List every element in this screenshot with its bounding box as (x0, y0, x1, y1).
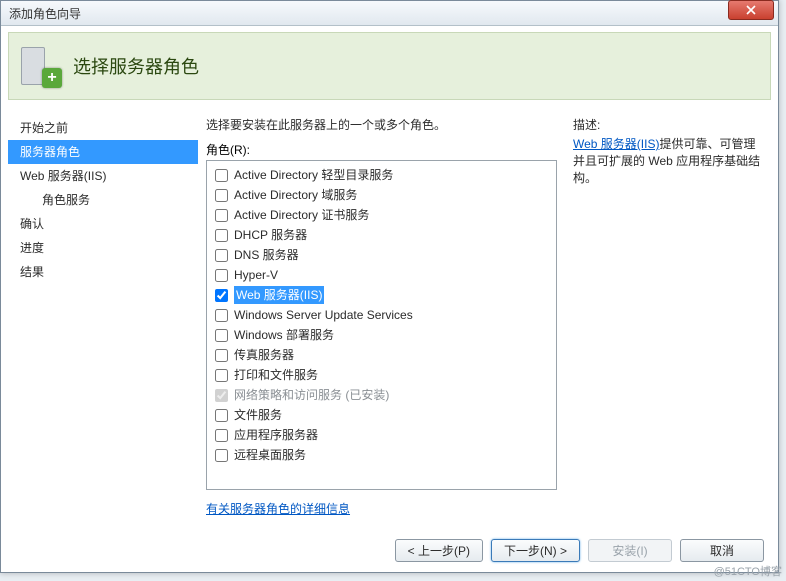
role-label-10: 打印和文件服务 (234, 366, 318, 384)
instruction-text: 选择要安装在此服务器上的一个或多个角色。 (206, 116, 557, 133)
main-area: 选择要安装在此服务器上的一个或多个角色。 角色(R): Active Direc… (198, 108, 771, 529)
role-label-12: 文件服务 (234, 406, 282, 424)
sidebar-item-4[interactable]: 确认 (8, 212, 198, 236)
role-row-8[interactable]: Windows 部署服务 (209, 325, 554, 345)
role-row-6[interactable]: Web 服务器(IIS) (209, 285, 554, 305)
description-link[interactable]: Web 服务器(IIS) (573, 137, 659, 151)
prev-button[interactable]: < 上一步(P) (395, 539, 483, 562)
role-checkbox-2[interactable] (215, 209, 228, 222)
body: 开始之前服务器角色Web 服务器(IIS)角色服务确认进度结果 选择要安装在此服… (8, 108, 771, 529)
role-row-1[interactable]: Active Directory 域服务 (209, 185, 554, 205)
close-button[interactable] (728, 0, 774, 20)
role-row-2[interactable]: Active Directory 证书服务 (209, 205, 554, 225)
role-checkbox-9[interactable] (215, 349, 228, 362)
role-row-12[interactable]: 文件服务 (209, 405, 554, 425)
role-label-0: Active Directory 轻型目录服务 (234, 166, 393, 184)
role-row-0[interactable]: Active Directory 轻型目录服务 (209, 165, 554, 185)
titlebar[interactable]: 添加角色向导 (1, 1, 778, 26)
role-row-9[interactable]: 传真服务器 (209, 345, 554, 365)
role-checkbox-12[interactable] (215, 409, 228, 422)
description-title: 描述: (573, 116, 763, 133)
role-label-5: Hyper-V (234, 266, 278, 284)
role-label-9: 传真服务器 (234, 346, 294, 364)
window-title: 添加角色向导 (9, 5, 774, 22)
role-checkbox-4[interactable] (215, 249, 228, 262)
description-body: Web 服务器(IIS)提供可靠、可管理并且可扩展的 Web 应用程序基础结构。 (573, 135, 763, 187)
cancel-button[interactable]: 取消 (680, 539, 764, 562)
wizard-icon: + (19, 45, 61, 87)
plus-icon: + (42, 68, 62, 88)
role-row-13[interactable]: 应用程序服务器 (209, 425, 554, 445)
role-row-4[interactable]: DNS 服务器 (209, 245, 554, 265)
sidebar-item-1[interactable]: 服务器角色 (8, 140, 198, 164)
role-checkbox-13[interactable] (215, 429, 228, 442)
role-checkbox-14[interactable] (215, 449, 228, 462)
roles-listbox[interactable]: Active Directory 轻型目录服务 Active Directory … (206, 160, 557, 490)
footer: < 上一步(P) 下一步(N) > 安装(I) 取消 (1, 528, 778, 572)
role-label-7: Windows Server Update Services (234, 306, 413, 324)
role-label-4: DNS 服务器 (234, 246, 299, 264)
install-button: 安装(I) (588, 539, 672, 562)
more-info-link[interactable]: 有关服务器角色的详细信息 (206, 500, 557, 517)
page-title: 选择服务器角色 (73, 53, 199, 79)
sidebar-item-0[interactable]: 开始之前 (8, 116, 198, 140)
role-label-11: 网络策略和访问服务 (已安装) (234, 386, 389, 404)
role-label-6: Web 服务器(IIS) (234, 286, 324, 304)
role-label-8: Windows 部署服务 (234, 326, 334, 344)
role-label-13: 应用程序服务器 (234, 426, 318, 444)
sidebar-item-6[interactable]: 结果 (8, 260, 198, 284)
center-col: 选择要安装在此服务器上的一个或多个角色。 角色(R): Active Direc… (206, 116, 557, 529)
role-checkbox-6[interactable] (215, 289, 228, 302)
watermark: @51CTO博客 (714, 563, 782, 579)
roles-label: 角色(R): (206, 141, 557, 158)
role-checkbox-5[interactable] (215, 269, 228, 282)
role-label-14: 远程桌面服务 (234, 446, 306, 464)
role-checkbox-7[interactable] (215, 309, 228, 322)
sidebar-item-3[interactable]: 角色服务 (8, 188, 198, 212)
role-row-10[interactable]: 打印和文件服务 (209, 365, 554, 385)
next-button[interactable]: 下一步(N) > (491, 539, 580, 562)
sidebar-item-2[interactable]: Web 服务器(IIS) (8, 164, 198, 188)
role-label-2: Active Directory 证书服务 (234, 206, 369, 224)
description-panel: 描述: Web 服务器(IIS)提供可靠、可管理并且可扩展的 Web 应用程序基… (573, 116, 763, 529)
role-checkbox-0[interactable] (215, 169, 228, 182)
sidebar: 开始之前服务器角色Web 服务器(IIS)角色服务确认进度结果 (8, 108, 198, 529)
role-row-5[interactable]: Hyper-V (209, 265, 554, 285)
role-checkbox-3[interactable] (215, 229, 228, 242)
role-row-11: 网络策略和访问服务 (已安装) (209, 385, 554, 405)
role-label-3: DHCP 服务器 (234, 226, 307, 244)
close-icon (746, 5, 756, 15)
role-row-7[interactable]: Windows Server Update Services (209, 305, 554, 325)
wizard-window: 添加角色向导 + 选择服务器角色 开始之前服务器角色Web 服务器(IIS)角色… (0, 0, 779, 573)
role-checkbox-1[interactable] (215, 189, 228, 202)
role-checkbox-11 (215, 389, 228, 402)
role-checkbox-8[interactable] (215, 329, 228, 342)
role-checkbox-10[interactable] (215, 369, 228, 382)
sidebar-item-5[interactable]: 进度 (8, 236, 198, 260)
header-band: + 选择服务器角色 (8, 32, 771, 100)
role-label-1: Active Directory 域服务 (234, 186, 357, 204)
role-row-14[interactable]: 远程桌面服务 (209, 445, 554, 465)
role-row-3[interactable]: DHCP 服务器 (209, 225, 554, 245)
